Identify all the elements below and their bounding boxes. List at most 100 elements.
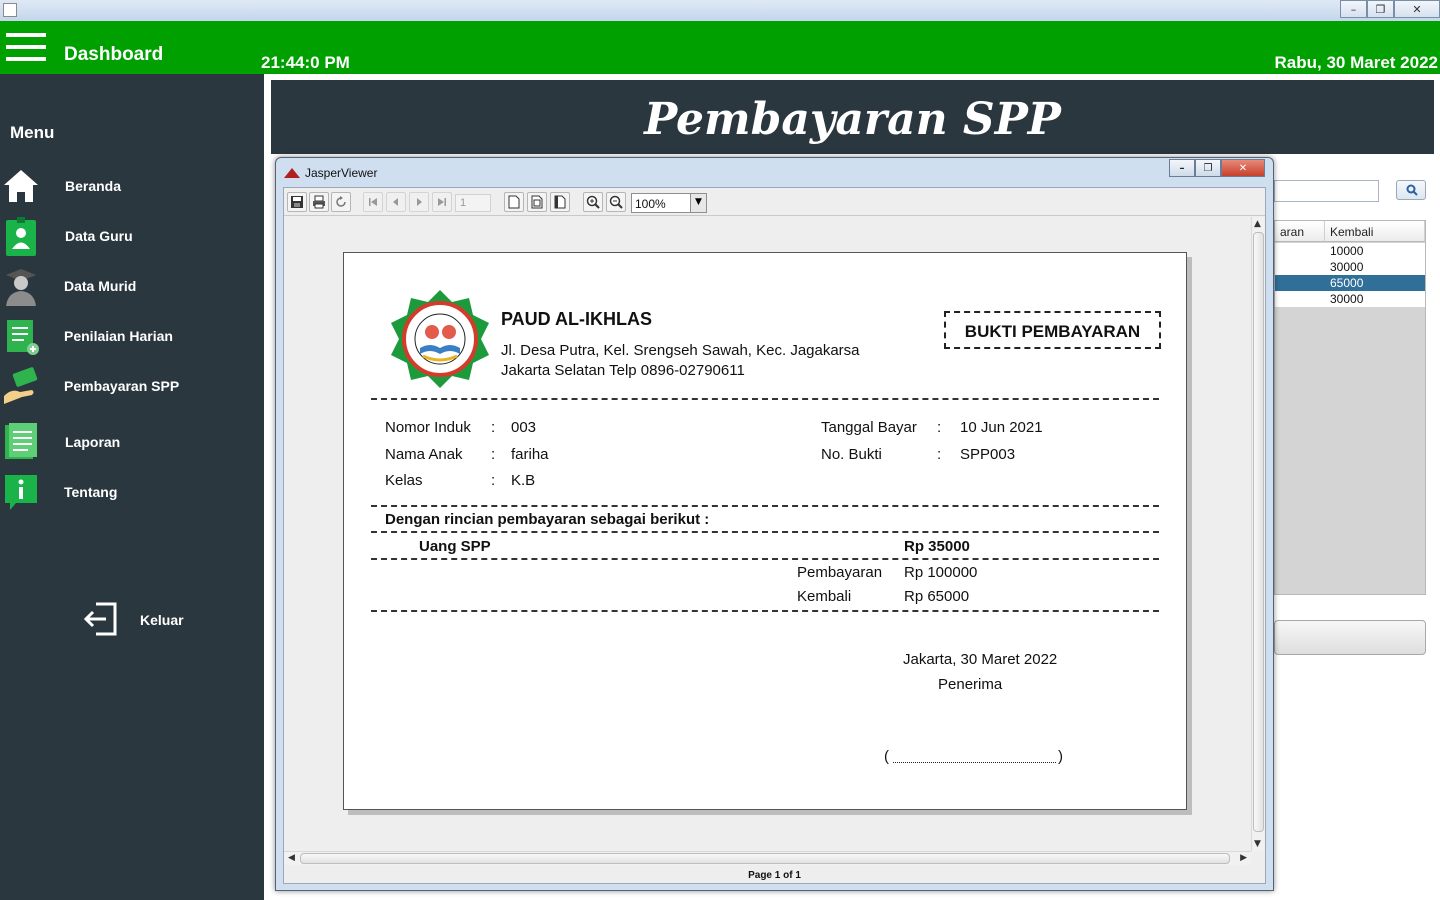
restore-button[interactable]: ❐ xyxy=(1367,0,1394,18)
sidebar-item-penilaian-harian[interactable]: Penilaian Harian xyxy=(0,314,264,358)
chevron-down-icon[interactable]: ▼ xyxy=(690,194,706,212)
save-button[interactable] xyxy=(287,192,307,212)
jasper-icon xyxy=(284,168,300,178)
sidebar-item-laporan[interactable]: Laporan xyxy=(0,420,264,464)
page-banner: Pembayaran SPP xyxy=(271,80,1434,154)
kembali-label: Kembali xyxy=(797,588,852,605)
item-amount: Rp 35000 xyxy=(904,538,970,555)
school-logo xyxy=(391,290,489,388)
divider xyxy=(371,398,1159,400)
table-row[interactable]: 10000 xyxy=(1275,243,1425,259)
scroll-up-icon[interactable]: ▲ xyxy=(1254,219,1261,229)
sidebar: Menu Beranda Data Guru Data Murid Penila… xyxy=(0,74,264,900)
colon: : xyxy=(937,419,942,436)
horizontal-scrollbar[interactable]: ◀ ▶ xyxy=(284,851,1251,865)
top-header: Dashboard 21:44:0 PM Rabu, 30 Maret 2022 xyxy=(0,21,1440,74)
first-page-button[interactable] xyxy=(363,192,383,212)
fit-page-button[interactable] xyxy=(527,192,547,212)
sidebar-item-data-guru[interactable]: Data Guru xyxy=(0,214,264,258)
viewer-minimize-button[interactable]: – xyxy=(1169,159,1195,177)
table-cell: 65000 xyxy=(1330,276,1364,290)
previous-page-icon xyxy=(393,198,398,206)
divider xyxy=(371,505,1159,507)
divider xyxy=(371,610,1159,612)
table-header[interactable]: Kembali xyxy=(1325,221,1425,242)
menu-heading: Menu xyxy=(10,123,55,142)
signature-open: ( xyxy=(884,748,889,765)
sidebar-item-label: Data Guru xyxy=(65,228,133,244)
pembayaran-label: Pembayaran xyxy=(797,564,883,581)
nama-anak-label: Nama Anak xyxy=(385,446,463,463)
zoom-in-button[interactable] xyxy=(583,192,603,212)
place-date: Jakarta, 30 Maret 2022 xyxy=(903,651,1058,668)
colon: : xyxy=(491,419,496,436)
print-icon xyxy=(313,195,325,209)
actual-size-button[interactable] xyxy=(504,192,524,212)
first-page-icon xyxy=(369,198,377,206)
reload-button[interactable] xyxy=(331,192,351,212)
home-icon xyxy=(4,170,38,202)
save-icon xyxy=(291,196,303,208)
info-icon xyxy=(5,475,37,510)
page-number-input[interactable]: 1 xyxy=(455,194,491,212)
table-row[interactable]: 65000 xyxy=(1275,275,1425,291)
fit-width-icon xyxy=(554,195,566,209)
viewer-toolbar: 1 100% ▼ xyxy=(284,188,1265,216)
fit-width-button[interactable] xyxy=(550,192,570,212)
sidebar-item-label: Laporan xyxy=(65,434,121,450)
viewer-maximize-button[interactable]: ❐ xyxy=(1195,159,1221,177)
table-cell: 30000 xyxy=(1330,260,1364,274)
sidebar-item-label: Penilaian Harian xyxy=(64,328,173,344)
school-address-contact: Jakarta Selatan Telp 0896-02790611 xyxy=(501,362,745,379)
table-header[interactable]: aran xyxy=(1275,221,1325,242)
scroll-right-icon[interactable]: ▶ xyxy=(1240,853,1247,863)
payment-table[interactable]: aran Kembali 10000 30000 65000 30000 xyxy=(1274,220,1426,595)
kelas-value: K.B xyxy=(511,472,536,489)
action-button[interactable] xyxy=(1274,620,1426,655)
clock-display: 21:44:0 PM xyxy=(261,53,350,72)
date-display: Rabu, 30 Maret 2022 xyxy=(1274,53,1438,72)
horizontal-scroll-thumb[interactable] xyxy=(300,853,1230,864)
sidebar-item-pembayaran-spp[interactable]: Pembayaran SPP xyxy=(0,364,264,408)
close-button[interactable]: ✕ xyxy=(1394,0,1440,18)
vertical-scroll-thumb[interactable] xyxy=(1253,232,1264,832)
vertical-scrollbar[interactable]: ▲ ▼ xyxy=(1251,217,1265,851)
viewer-close-button[interactable]: ✕ xyxy=(1221,159,1265,177)
table-row[interactable]: 30000 xyxy=(1275,259,1425,275)
school-address: Jl. Desa Putra, Kel. Srengseh Sawah, Kec… xyxy=(501,342,860,359)
os-window-controls: – ❐ ✕ xyxy=(1340,0,1440,18)
search-button[interactable] xyxy=(1396,180,1426,200)
fit-page-icon xyxy=(531,195,543,209)
scroll-left-icon[interactable]: ◀ xyxy=(288,853,295,863)
table-row[interactable]: 30000 xyxy=(1275,291,1425,307)
previous-page-button[interactable] xyxy=(386,192,406,212)
zoom-out-icon xyxy=(609,195,623,209)
search-input[interactable] xyxy=(1274,180,1379,202)
sidebar-item-tentang[interactable]: Tentang xyxy=(0,470,264,514)
student-icon xyxy=(6,269,36,306)
last-page-icon xyxy=(438,198,446,206)
sidebar-item-label: Beranda xyxy=(65,178,122,194)
zoom-in-icon xyxy=(586,195,600,209)
sidebar-item-data-murid[interactable]: Data Murid xyxy=(0,264,264,308)
logout-button[interactable]: Keluar xyxy=(82,601,202,637)
zoom-select[interactable]: 100% ▼ xyxy=(631,193,707,213)
report-page: PAUD AL-IKHLAS Jl. Desa Putra, Kel. Sren… xyxy=(343,252,1187,810)
logout-label: Keluar xyxy=(140,612,184,628)
divider xyxy=(371,558,1159,560)
report-icon xyxy=(5,423,37,459)
signature-close: ) xyxy=(1058,748,1063,765)
sidebar-item-beranda[interactable]: Beranda xyxy=(0,164,264,208)
zoom-out-button[interactable] xyxy=(606,192,626,212)
scroll-down-icon[interactable]: ▼ xyxy=(1254,839,1261,849)
table-cell: 30000 xyxy=(1330,292,1364,306)
doc-title: BUKTI PEMBAYARAN xyxy=(964,322,1141,341)
last-page-button[interactable] xyxy=(432,192,452,212)
hamburger-menu-icon[interactable] xyxy=(6,33,46,61)
grading-icon xyxy=(7,320,39,355)
minimize-button[interactable]: – xyxy=(1340,0,1367,18)
print-button[interactable] xyxy=(309,192,329,212)
kelas-label: Kelas xyxy=(385,472,423,489)
next-page-button[interactable] xyxy=(409,192,429,212)
zoom-value: 100% xyxy=(635,197,666,211)
